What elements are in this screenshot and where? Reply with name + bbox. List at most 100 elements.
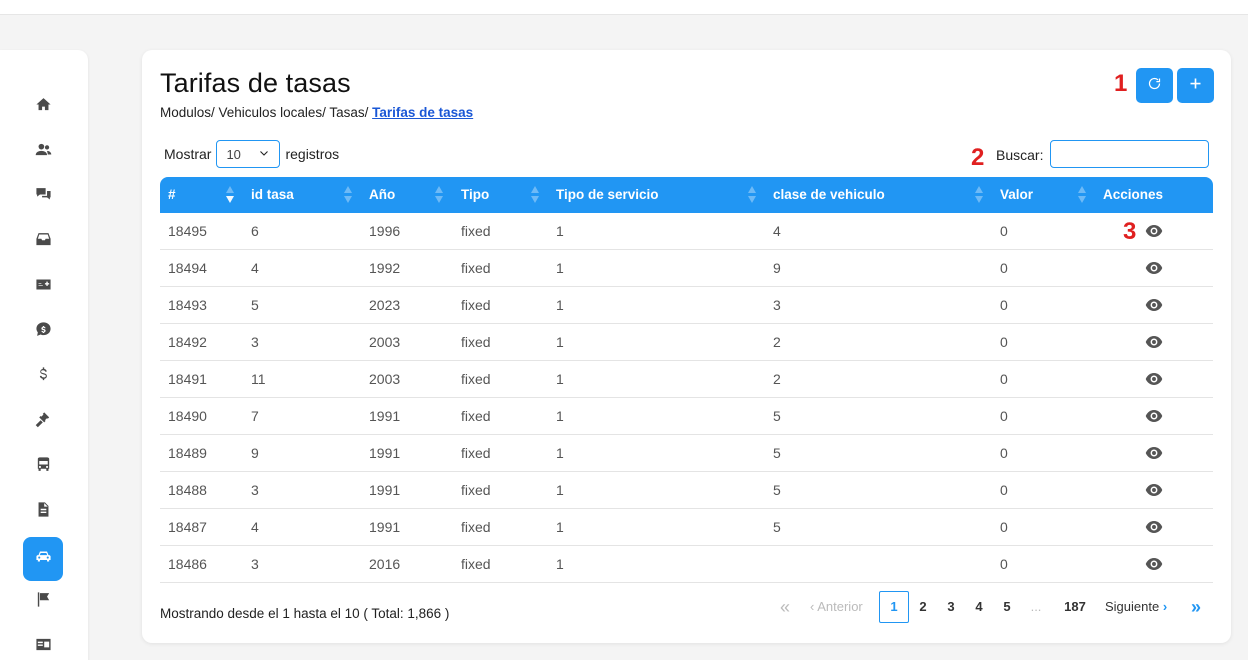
cell-type: fixed xyxy=(461,223,491,239)
refresh-button[interactable] xyxy=(1136,68,1173,103)
cell-service-type: 1 xyxy=(556,408,564,424)
first-page-button[interactable]: « xyxy=(776,591,794,623)
previous-page-button[interactable]: ‹ Anterior xyxy=(810,591,863,623)
cell-number: 18492 xyxy=(168,334,207,350)
sort-icon[interactable] xyxy=(975,186,983,204)
sidebar-item-users[interactable] xyxy=(23,132,63,172)
view-eye-icon[interactable] xyxy=(1145,483,1163,497)
sort-desc-icon[interactable] xyxy=(226,186,234,204)
sidebar-item-bus[interactable] xyxy=(23,447,63,487)
column-header-value[interactable]: Valor xyxy=(1000,177,1033,213)
sidebar-item-vehicles[interactable] xyxy=(23,537,63,581)
chevron-right-icon: › xyxy=(1159,599,1168,614)
cell-id-tasa: 3 xyxy=(251,482,259,498)
sort-icon[interactable] xyxy=(344,186,352,204)
cell-number: 18486 xyxy=(168,556,207,572)
cell-service-type: 1 xyxy=(556,334,564,350)
cell-value: 0 xyxy=(1000,408,1008,424)
column-header-service-type[interactable]: Tipo de servicio xyxy=(556,177,659,213)
cell-id-tasa: 7 xyxy=(251,408,259,424)
view-eye-icon[interactable] xyxy=(1145,261,1163,275)
sidebar-item-payments[interactable] xyxy=(23,267,63,307)
show-label: Mostrar xyxy=(164,146,212,162)
column-header-type[interactable]: Tipo xyxy=(461,177,489,213)
breadcrumb-active-link[interactable]: Tarifas de tasas xyxy=(372,105,473,120)
cell-value: 0 xyxy=(1000,519,1008,535)
column-header-number[interactable]: # xyxy=(168,177,176,213)
page-button[interactable]: 2 xyxy=(913,591,933,623)
cell-type: fixed xyxy=(461,408,491,424)
table-row: 18490 7 1991 fixed 1 5 0 xyxy=(160,398,1213,435)
cell-service-type: 1 xyxy=(556,556,564,572)
marker-1: 1 xyxy=(1114,70,1128,97)
sidebar-item-billing[interactable] xyxy=(23,312,63,352)
table-row: 18487 4 1991 fixed 1 5 0 xyxy=(160,509,1213,546)
sidebar-item-id-card[interactable] xyxy=(23,627,63,660)
page-button[interactable]: 5 xyxy=(997,591,1017,623)
page-button-last[interactable]: 187 xyxy=(1062,591,1088,623)
cell-vehicle-class: 4 xyxy=(773,223,781,239)
sort-icon[interactable] xyxy=(435,186,443,204)
sidebar-item-legal[interactable] xyxy=(23,402,63,442)
sidebar-item-home[interactable] xyxy=(23,87,63,127)
page-title: Tarifas de tasas xyxy=(160,68,351,98)
sidebar-item-documents[interactable] xyxy=(23,492,63,532)
view-eye-icon[interactable] xyxy=(1145,409,1163,423)
table-body: 18495 6 1996 fixed 1 4 0 18494 4 1992 fixed 1 9 0 1849… xyxy=(160,213,1213,583)
add-button[interactable] xyxy=(1177,68,1214,103)
view-eye-icon[interactable] xyxy=(1145,224,1163,238)
cell-number: 18491 xyxy=(168,371,207,387)
main-card: Tarifas de tasas Modulos/ Vehiculos loca… xyxy=(142,50,1231,643)
sidebar-item-flag[interactable] xyxy=(23,582,63,622)
column-header-year[interactable]: Año xyxy=(369,177,395,213)
cell-vehicle-class: 9 xyxy=(773,260,781,276)
car-icon xyxy=(35,548,52,570)
marker-3: 3 xyxy=(1123,218,1137,245)
users-icon xyxy=(35,141,52,163)
plus-icon xyxy=(1188,76,1203,96)
column-header-vehicle-class[interactable]: clase de vehiculo xyxy=(773,177,885,213)
view-eye-icon[interactable] xyxy=(1145,520,1163,534)
dollar-icon xyxy=(35,366,52,388)
records-label: registros xyxy=(285,146,340,162)
cell-number: 18493 xyxy=(168,297,207,313)
cell-value: 0 xyxy=(1000,445,1008,461)
cell-vehicle-class: 3 xyxy=(773,297,781,313)
cell-vehicle-class: 5 xyxy=(773,408,781,424)
comment-dollar-icon xyxy=(35,321,52,343)
marker-2: 2 xyxy=(971,144,985,171)
table-row: 18494 4 1992 fixed 1 9 0 xyxy=(160,250,1213,287)
cell-number: 18489 xyxy=(168,445,207,461)
view-eye-icon[interactable] xyxy=(1145,335,1163,349)
column-header-id-tasa[interactable]: id tasa xyxy=(251,177,294,213)
view-eye-icon[interactable] xyxy=(1145,298,1163,312)
sidebar-item-dollar[interactable] xyxy=(23,357,63,397)
view-eye-icon[interactable] xyxy=(1145,446,1163,460)
cell-value: 0 xyxy=(1000,334,1008,350)
table-row: 18495 6 1996 fixed 1 4 0 xyxy=(160,213,1213,250)
table-header: # id tasa Año Tipo Tipo de servicio clas… xyxy=(160,177,1213,213)
cell-vehicle-class: 2 xyxy=(773,371,781,387)
cell-type: fixed xyxy=(461,260,491,276)
sort-icon[interactable] xyxy=(1078,186,1086,204)
sort-icon[interactable] xyxy=(748,186,756,204)
page-size-select[interactable]: 10 xyxy=(216,140,281,168)
sort-icon[interactable] xyxy=(531,186,539,204)
view-eye-icon[interactable] xyxy=(1145,372,1163,386)
sidebar-item-chat[interactable] xyxy=(23,177,63,217)
sidebar-item-inbox[interactable] xyxy=(23,222,63,262)
previous-label: Anterior xyxy=(817,599,863,614)
page-button[interactable]: 3 xyxy=(941,591,961,623)
cell-service-type: 1 xyxy=(556,482,564,498)
view-eye-icon[interactable] xyxy=(1145,557,1163,571)
page-button[interactable]: 4 xyxy=(969,591,989,623)
page-size-value: 10 xyxy=(226,146,241,162)
next-label: Siguiente xyxy=(1105,599,1160,614)
flag-icon xyxy=(35,591,52,613)
cell-year: 1996 xyxy=(369,223,401,239)
page-button-current[interactable]: 1 xyxy=(879,591,909,623)
next-page-button[interactable]: Siguiente › xyxy=(1105,591,1167,623)
last-page-button[interactable]: » xyxy=(1187,591,1205,623)
cell-service-type: 1 xyxy=(556,519,564,535)
search-input[interactable] xyxy=(1050,140,1209,168)
